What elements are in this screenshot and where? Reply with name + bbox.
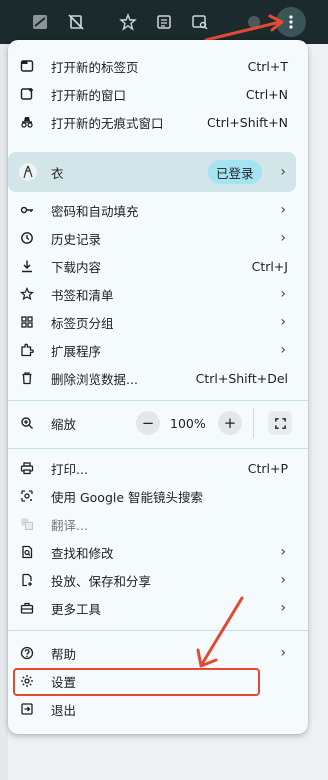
cast-save-icon xyxy=(20,573,34,587)
menu-item-cast-save-share[interactable]: 投放、保存和分享 › xyxy=(8,567,308,593)
lens-icon xyxy=(20,489,34,503)
zoom-out-button[interactable]: − xyxy=(136,411,160,435)
chevron-right-icon: › xyxy=(280,202,286,218)
zoom-level: 100% xyxy=(170,416,206,431)
chevron-right-icon: › xyxy=(280,544,286,560)
help-icon xyxy=(20,646,34,660)
star-icon xyxy=(20,287,34,301)
menu-item-passwords[interactable]: 密码和自动填充 › xyxy=(8,197,308,223)
menu-item-exit[interactable]: 退出 xyxy=(8,696,308,722)
menu-item-tab-groups[interactable]: 标签页分组 › xyxy=(8,309,308,335)
chevron-right-icon: › xyxy=(280,230,286,246)
incognito-icon xyxy=(20,115,34,129)
menu-item-incognito[interactable]: 打开新的无痕式窗口 Ctrl+Shift+N xyxy=(8,109,308,135)
tab-search-icon[interactable] xyxy=(26,8,54,36)
no-sync-icon[interactable] xyxy=(62,8,90,36)
translate-icon xyxy=(20,517,34,531)
menu-item-translate[interactable]: 翻译... xyxy=(8,511,308,537)
page-background xyxy=(0,44,8,780)
zoom-in-button[interactable]: + xyxy=(218,411,242,435)
avatar xyxy=(18,162,38,182)
menu-item-downloads[interactable]: 下载内容 Ctrl+J xyxy=(8,253,308,279)
divider xyxy=(8,448,308,449)
exit-icon xyxy=(20,702,34,716)
chevron-right-icon: › xyxy=(280,286,286,302)
chevron-right-icon: › xyxy=(280,164,286,180)
download-icon xyxy=(20,259,34,273)
fullscreen-button[interactable] xyxy=(268,411,292,435)
menu-item-new-window[interactable]: 打开新的窗口 Ctrl+N xyxy=(8,81,308,107)
fullscreen-icon xyxy=(274,417,286,429)
find-edit-icon xyxy=(20,545,34,559)
key-icon xyxy=(20,203,34,217)
chevron-right-icon: › xyxy=(280,600,286,616)
profile-name: 衣 xyxy=(51,165,64,181)
extension-icon xyxy=(20,343,34,357)
chrome-menu: 打开新的标签页 Ctrl+T 打开新的窗口 Ctrl+N 打开新的无痕式窗口 C… xyxy=(8,40,308,734)
chevron-right-icon: › xyxy=(280,314,286,330)
menu-item-history[interactable]: 历史记录 › xyxy=(8,225,308,251)
menu-item-bookmarks[interactable]: 书签和清单 › xyxy=(8,281,308,307)
menu-item-find-edit[interactable]: 查找和修改 › xyxy=(8,539,308,565)
new-window-icon xyxy=(20,87,34,101)
signed-in-badge: 已登录 xyxy=(208,160,262,184)
grid-icon xyxy=(20,315,34,329)
divider xyxy=(8,400,308,401)
menu-item-extensions[interactable]: 扩展程序 › xyxy=(8,337,308,363)
divider xyxy=(8,630,308,631)
trash-icon xyxy=(20,371,34,385)
toolbox-icon xyxy=(20,601,34,615)
menu-item-help[interactable]: 帮助 › xyxy=(8,640,308,666)
star-icon[interactable] xyxy=(114,8,142,36)
menu-item-google-lens[interactable]: 使用 Google 智能镜头搜索 xyxy=(8,483,308,509)
chevron-right-icon: › xyxy=(280,572,286,588)
menu-item-more-tools[interactable]: 更多工具 › xyxy=(8,595,308,621)
chevron-right-icon: › xyxy=(280,342,286,358)
reading-list-icon[interactable] xyxy=(150,8,178,36)
menu-item-clear-data[interactable]: 删除浏览数据... Ctrl+Shift+Del xyxy=(8,365,308,391)
menu-item-new-tab[interactable]: 打开新的标签页 Ctrl+T xyxy=(8,53,308,79)
history-icon xyxy=(20,231,34,245)
menu-item-print[interactable]: 打印... Ctrl+P xyxy=(8,455,308,481)
new-tab-icon xyxy=(20,59,34,73)
zoom-icon xyxy=(20,416,34,430)
annotation-arrow-settings xyxy=(196,596,244,668)
chevron-right-icon: › xyxy=(280,645,286,661)
print-icon xyxy=(20,461,34,475)
divider xyxy=(253,408,254,438)
